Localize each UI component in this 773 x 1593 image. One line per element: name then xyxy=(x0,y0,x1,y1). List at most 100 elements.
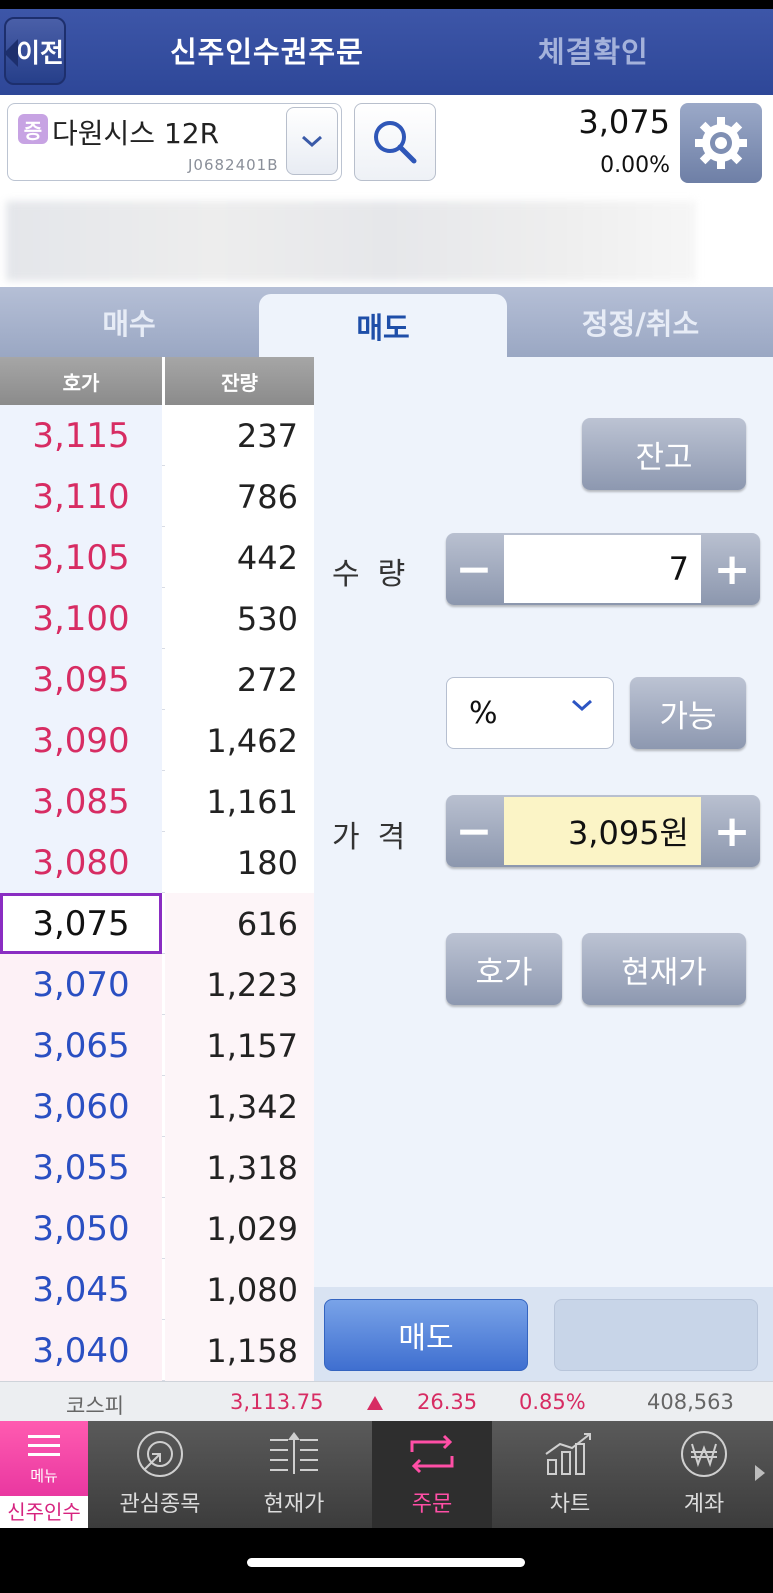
back-button[interactable]: 이전 xyxy=(4,17,66,85)
ask-qty: 237 xyxy=(165,405,314,466)
ask-price[interactable]: 3,090 xyxy=(0,710,162,771)
bid-qty: 1,029 xyxy=(165,1198,314,1259)
ask-row[interactable]: 3,105 442 xyxy=(0,527,314,588)
up-triangle-icon xyxy=(366,1392,384,1416)
ask-qty: 1,462 xyxy=(165,710,314,771)
ask-row[interactable]: 3,085 1,161 xyxy=(0,771,314,832)
ask-row[interactable]: 3,080 180 xyxy=(0,832,314,893)
tab-modify-cancel[interactable]: 정정/취소 xyxy=(508,287,773,357)
bid-row[interactable]: 3,050 1,029 xyxy=(0,1198,314,1259)
stock-dropdown-button[interactable] xyxy=(286,107,338,175)
percent-select[interactable]: % xyxy=(446,677,614,749)
stock-selector[interactable]: 증 다원시스 12R J0682401B xyxy=(7,103,342,181)
percent-select-value: % xyxy=(469,695,498,731)
chevron-down-icon xyxy=(302,135,322,148)
ticker-change-pct: 0.85% xyxy=(519,1390,586,1414)
hoga-button[interactable]: 호가 xyxy=(446,933,562,1005)
current-price-button[interactable]: 현재가 xyxy=(582,933,746,1005)
bid-qty: 1,080 xyxy=(165,1259,314,1320)
price-plus-button[interactable]: + xyxy=(704,795,760,867)
back-label: 이전 xyxy=(16,38,64,69)
order-panel: 잔고 수량 − 7 + % 가능 가격 − 3,095원 + 호가 현재가 매도 xyxy=(314,357,773,1381)
bottom-tabbar: 메뉴 신주인수권 관심종목 현재가 주문 차트 계좌 xyxy=(0,1421,773,1556)
bid-row[interactable]: 3,070 1,223 xyxy=(0,954,314,1015)
target-arrow-icon xyxy=(137,1431,183,1477)
order-screen: { "header": { "back_label": "이전", "tab_a… xyxy=(0,0,773,1593)
tab-chart[interactable]: 차트 xyxy=(510,1421,630,1528)
ask-qty: 272 xyxy=(165,649,314,710)
quantity-minus-button[interactable]: − xyxy=(446,533,502,605)
ask-row[interactable]: 3,115 237 xyxy=(0,405,314,466)
bid-qty: 1,342 xyxy=(165,1076,314,1137)
back-arrow-icon xyxy=(4,39,18,67)
bid-price[interactable]: 3,070 xyxy=(0,954,162,1015)
current-price-row[interactable]: 3,075 616 xyxy=(0,893,314,954)
bid-row[interactable]: 3,040 1,158 xyxy=(0,1320,314,1381)
bid-row[interactable]: 3,060 1,342 xyxy=(0,1076,314,1137)
ask-price[interactable]: 3,115 xyxy=(0,405,162,466)
tab-buy[interactable]: 매수 xyxy=(0,287,258,357)
current-row-price[interactable]: 3,075 xyxy=(0,893,162,954)
quantity-plus-button[interactable]: + xyxy=(704,533,760,605)
ask-price[interactable]: 3,105 xyxy=(0,527,162,588)
ask-price[interactable]: 3,110 xyxy=(0,466,162,527)
price-input[interactable]: 3,095원 xyxy=(504,797,701,865)
sell-submit-button[interactable]: 매도 xyxy=(324,1299,528,1371)
ask-price[interactable]: 3,080 xyxy=(0,832,162,893)
bid-price[interactable]: 3,040 xyxy=(0,1320,162,1381)
change-percent: 0.00% xyxy=(600,153,670,178)
quantity-input[interactable]: 7 xyxy=(504,535,701,603)
bid-row[interactable]: 3,045 1,080 xyxy=(0,1259,314,1320)
ask-price[interactable]: 3,095 xyxy=(0,649,162,710)
ticker-index-name: 코스피 xyxy=(66,1394,124,1418)
action-bar: 매도 xyxy=(314,1287,773,1381)
stock-code: J0682401B xyxy=(188,156,279,174)
order-type-tabs: 매수 매도 정정/취소 xyxy=(0,287,773,357)
bid-qty: 1,318 xyxy=(165,1137,314,1198)
tab-chart-label: 차트 xyxy=(549,1492,591,1517)
tab-account[interactable]: 계좌 xyxy=(644,1421,764,1528)
current-price: 3,075 xyxy=(578,103,670,141)
bid-price[interactable]: 3,055 xyxy=(0,1137,162,1198)
chart-icon xyxy=(545,1433,591,1475)
orderbook-header-qty: 잔량 xyxy=(165,357,314,405)
tab-order[interactable]: 주문 xyxy=(372,1421,492,1528)
balance-button[interactable]: 잔고 xyxy=(582,418,746,490)
tab-account-label: 계좌 xyxy=(683,1492,725,1517)
bid-row[interactable]: 3,065 1,157 xyxy=(0,1015,314,1076)
price-label: 가격 xyxy=(332,820,424,855)
ask-row[interactable]: 3,095 272 xyxy=(0,649,314,710)
tab-current-price[interactable]: 현재가 xyxy=(234,1421,354,1528)
tab-sell[interactable]: 매도 xyxy=(259,294,507,357)
price-minus-button[interactable]: − xyxy=(446,795,502,867)
ask-row[interactable]: 3,100 530 xyxy=(0,588,314,649)
search-button[interactable] xyxy=(354,103,436,181)
bid-price[interactable]: 3,045 xyxy=(0,1259,162,1320)
bid-price[interactable]: 3,065 xyxy=(0,1015,162,1076)
more-tabs-icon[interactable] xyxy=(755,1465,765,1481)
ask-row[interactable]: 3,110 786 xyxy=(0,466,314,527)
orderbook-rows: 3,115 237 3,110 786 3,105 442 3,100 530 3,09… xyxy=(0,405,314,1381)
quantity-label: 수량 xyxy=(332,557,424,592)
orderbook-header-price: 호가 xyxy=(0,357,162,405)
stock-bar: 증 다원시스 12R J0682401B 3,075 0.00% xyxy=(0,95,773,195)
tab-execution-check[interactable]: 체결확인 xyxy=(538,29,649,71)
bid-price[interactable]: 3,050 xyxy=(0,1198,162,1259)
settings-button[interactable] xyxy=(680,103,762,183)
home-indicator[interactable] xyxy=(247,1558,525,1567)
ask-price[interactable]: 3,100 xyxy=(0,588,162,649)
ask-row[interactable]: 3,090 1,462 xyxy=(0,710,314,771)
tab-order-label: 주문 xyxy=(411,1492,453,1517)
menu-button[interactable]: 메뉴 신주인수권 xyxy=(0,1421,88,1556)
tab-watchlist[interactable]: 관심종목 xyxy=(100,1421,220,1528)
menu-sub-label: 신주인수권 xyxy=(0,1496,88,1556)
ticker-change: 26.35 xyxy=(417,1390,478,1414)
possible-qty-button[interactable]: 가능 xyxy=(630,677,746,749)
tab-rights-order[interactable]: 신주인수권주문 xyxy=(170,29,364,71)
blurred-account-strip xyxy=(6,201,696,281)
bid-price[interactable]: 3,060 xyxy=(0,1076,162,1137)
ask-price[interactable]: 3,085 xyxy=(0,771,162,832)
bid-row[interactable]: 3,055 1,318 xyxy=(0,1137,314,1198)
stock-name: 다원시스 12R xyxy=(52,117,220,150)
swap-arrows-icon xyxy=(410,1434,454,1474)
